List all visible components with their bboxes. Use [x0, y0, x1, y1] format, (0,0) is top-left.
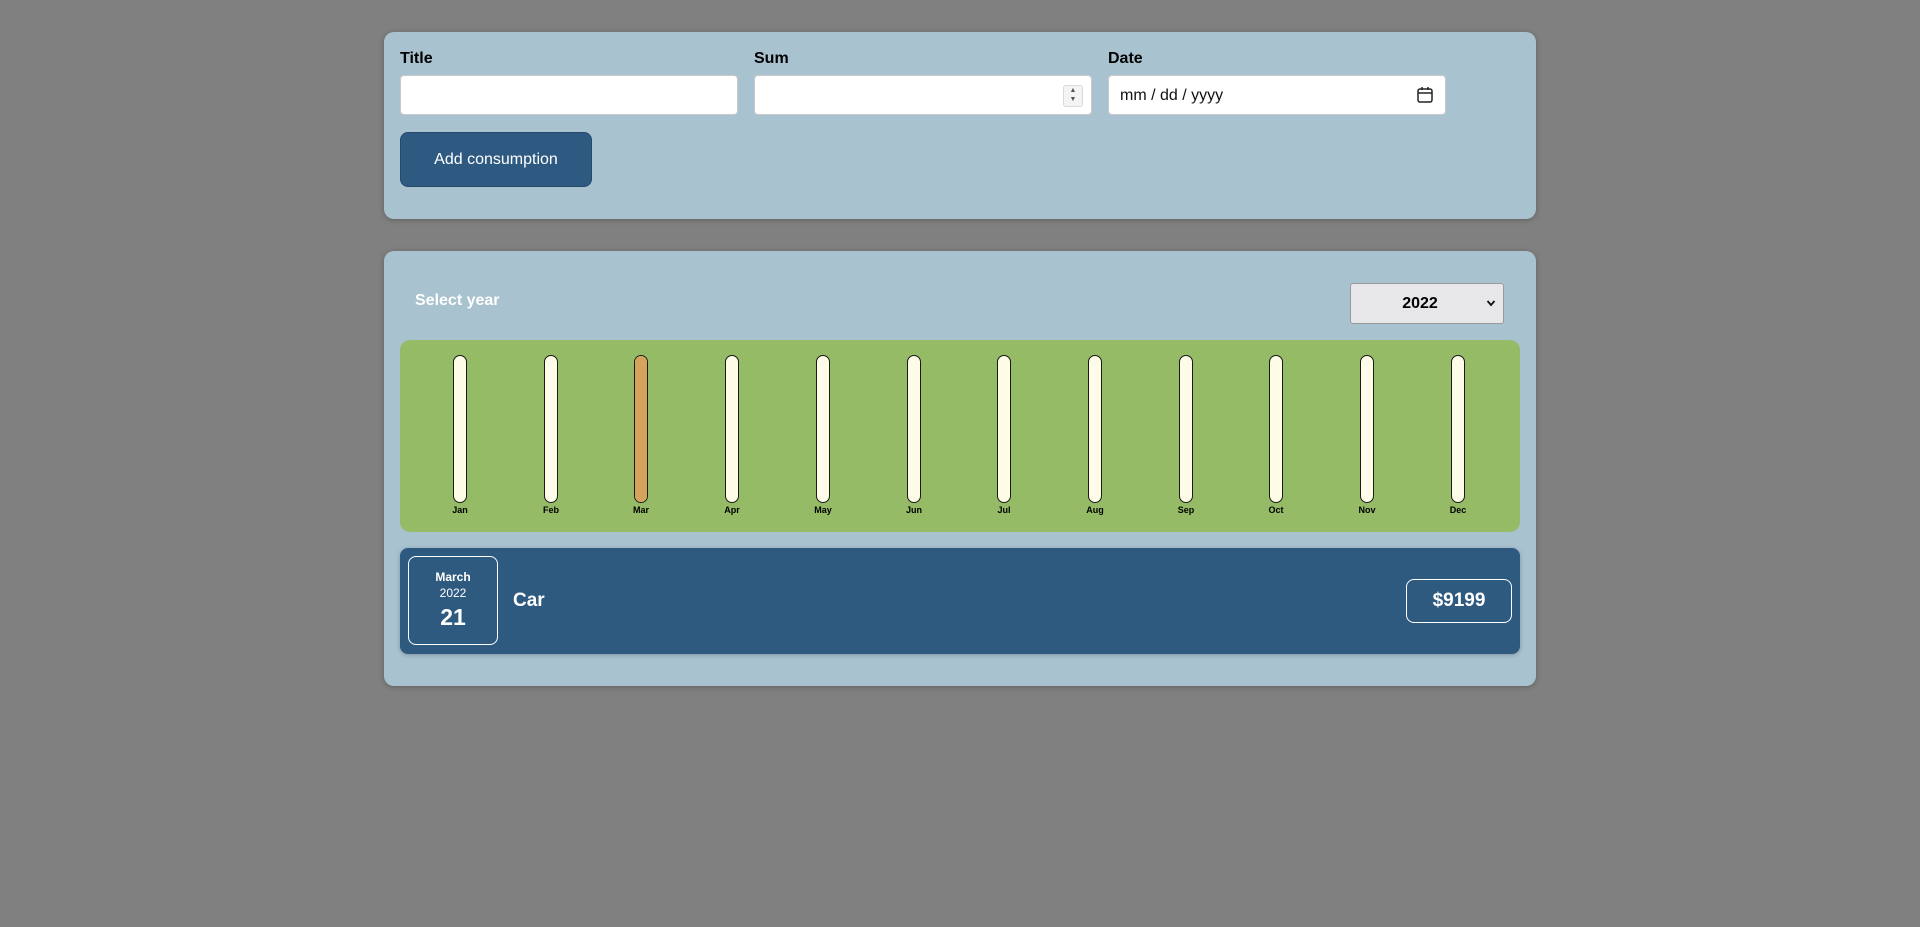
monthly-chart: Jan Feb Mar Apr May Jun Jul Aug Sep Oct Nov Dec — [400, 340, 1520, 532]
chart-bar-dec: Dec — [1438, 355, 1478, 525]
chart-bar-track — [997, 355, 1011, 503]
select-year-label: Select year — [415, 292, 500, 309]
chart-month-label: Sep — [1177, 505, 1195, 515]
chevron-down-icon — [1486, 300, 1496, 307]
chart-bar-aug: Aug — [1075, 355, 1115, 525]
title-field-group: Title — [400, 50, 738, 115]
chart-bar-track — [634, 355, 648, 503]
chart-bar-track — [1451, 355, 1465, 503]
chart-bar-track — [816, 355, 830, 503]
number-spinner-icon[interactable]: ▲ ▼ — [1063, 85, 1083, 107]
chart-bar-oct: Oct — [1256, 355, 1296, 525]
chart-month-label: Aug — [1086, 505, 1104, 515]
chart-month-label: May — [814, 505, 832, 515]
date-input[interactable]: mm / dd / yyyy — [1108, 75, 1446, 115]
date-field-group: Date mm / dd / yyyy — [1108, 50, 1446, 115]
chart-month-label: Jan — [452, 505, 468, 515]
chart-bar-jan: Jan — [440, 355, 480, 525]
year-select[interactable]: 2022 — [1350, 283, 1504, 324]
date-placeholder: mm / dd / yyyy — [1120, 87, 1224, 104]
chart-bar-fill — [635, 356, 647, 502]
add-consumption-button[interactable]: Add consumption — [400, 132, 592, 187]
expense-year: 2022 — [439, 586, 467, 600]
chart-bar-track — [1179, 355, 1193, 503]
expense-date-badge: March 2022 21 — [408, 556, 498, 645]
chart-bar-jun: Jun — [894, 355, 934, 525]
chart-bar-track — [1360, 355, 1374, 503]
chart-bar-mar: Mar — [621, 355, 661, 525]
chart-bar-track — [907, 355, 921, 503]
year-select-value: 2022 — [1402, 295, 1438, 312]
chart-month-label: Apr — [724, 505, 740, 515]
sum-label: Sum — [754, 50, 789, 67]
expense-month: March — [435, 570, 471, 584]
chart-month-label: Oct — [1268, 505, 1284, 515]
date-label: Date — [1108, 50, 1143, 67]
chart-bar-track — [453, 355, 467, 503]
chart-bar-apr: Apr — [712, 355, 752, 525]
chart-bar-track — [1269, 355, 1283, 503]
chart-month-label: Feb — [542, 505, 559, 515]
chart-bar-may: May — [803, 355, 843, 525]
new-expense-form: Title Sum ▲ ▼ Date mm / dd / yyyy Add con… — [384, 32, 1536, 219]
title-input[interactable] — [400, 75, 738, 115]
expense-item[interactable]: March 2022 21 Car $9199 — [400, 548, 1520, 654]
chart-bar-feb: Feb — [531, 355, 571, 525]
sum-input[interactable]: ▲ ▼ — [754, 75, 1092, 115]
expense-title: Car — [513, 590, 545, 611]
chart-bar-nov: Nov — [1347, 355, 1387, 525]
chart-bar-track — [1088, 355, 1102, 503]
chart-month-label: Jul — [997, 505, 1011, 515]
chart-month-label: Jun — [905, 505, 922, 515]
chart-month-label: Dec — [1449, 505, 1467, 515]
chart-month-label: Mar — [632, 505, 649, 515]
title-label: Title — [400, 50, 433, 67]
calendar-icon[interactable] — [1417, 86, 1433, 103]
chart-bar-jul: Jul — [984, 355, 1024, 525]
chart-month-label: Nov — [1358, 505, 1376, 515]
expenses-panel: Select year 2022 Jan Feb Mar Apr May Jun Jul Au… — [384, 251, 1536, 686]
sum-field-group: Sum ▲ ▼ — [754, 50, 1092, 115]
chart-bar-sep: Sep — [1166, 355, 1206, 525]
chart-bar-track — [725, 355, 739, 503]
expense-amount: $9199 — [1406, 579, 1512, 623]
expense-day: 21 — [440, 604, 466, 630]
chart-bar-track — [544, 355, 558, 503]
